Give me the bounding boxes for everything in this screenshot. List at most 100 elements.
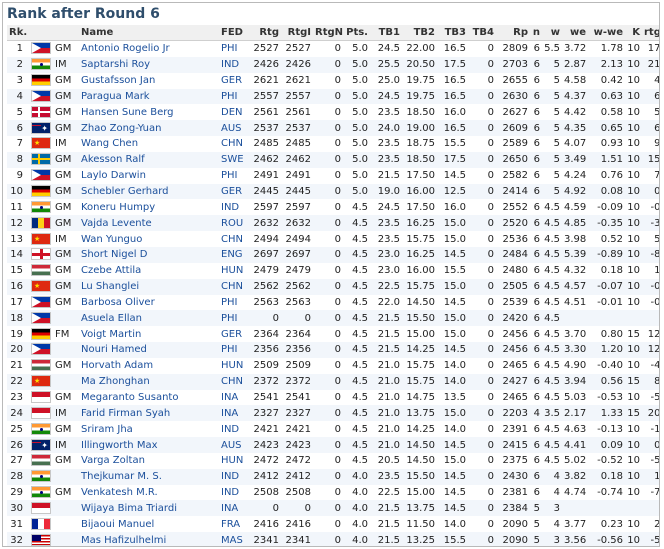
col-header-tb3[interactable]: TB3: [437, 25, 468, 41]
table-row[interactable]: 28 Thejkumar M. S. IND 2412 2412 0 4.0 23.5 15.5…: [7, 468, 659, 485]
col-header-rp[interactable]: Rp: [496, 25, 530, 41]
table-row[interactable]: 18 Asuela Ellan PHI 0 0 0 4.5 21.5 15.50 15.0 0 242…: [7, 310, 659, 327]
player-name-link[interactable]: Saptarshi Roy: [79, 56, 219, 73]
col-header-tb1[interactable]: TB1: [370, 25, 402, 41]
col-header-name[interactable]: Name: [79, 25, 219, 41]
player-name-link[interactable]: Sriram Jha: [79, 421, 219, 437]
table-row[interactable]: 31 Bijaoui Manuel FRA 2416 2416 0 4.0 21.5 11.50…: [7, 516, 659, 532]
player-name-link[interactable]: Lu Shanglei: [79, 278, 219, 295]
table-row[interactable]: 1 GM Antonio Rogelio Jr PHI 2527 2527 0 5.0 24.5…: [7, 41, 659, 57]
pts-cell: 4.5: [343, 342, 370, 358]
col-header-rank[interactable]: Rk.: [7, 25, 29, 41]
player-name-link[interactable]: Farid Firman Syah: [79, 405, 219, 422]
col-header-tb4[interactable]: TB4: [468, 25, 496, 41]
w-we-cell: 1.33: [588, 405, 625, 422]
table-row[interactable]: 5 GM Hansen Sune Berg DEN 2561 2561 0 5.0 23.5 18…: [7, 104, 659, 120]
player-name-link[interactable]: Zhao Zong-Yuan: [79, 120, 219, 137]
col-header-k[interactable]: K: [625, 25, 642, 41]
table-row[interactable]: 9 GM Laylo Darwin PHI 2491 2491 0 5.0 21.5 17.50 1…: [7, 168, 659, 184]
player-name-link[interactable]: Schebler Gerhard: [79, 183, 219, 200]
player-name-link[interactable]: Paragua Mark: [79, 88, 219, 105]
player-name-link[interactable]: Czebe Attila: [79, 263, 219, 279]
table-row[interactable]: 25 GM Sriram Jha IND 2421 2421 0 4.5 21.0 14.25 14…: [7, 421, 659, 437]
table-row[interactable]: 12 GM Vajda Levente ROU 2632 2632 0 4.5 23.5 16.2…: [7, 215, 659, 232]
player-name-link[interactable]: Gustafsson Jan: [79, 73, 219, 89]
tb3-cell: 15.5: [437, 532, 468, 546]
table-row[interactable]: 32 Mas Hafizulhelmi MAS 2341 2341 0 4.0 21.5 13.…: [7, 532, 659, 546]
table-row[interactable]: 19 FM Voigt Martin GER 2364 2364 0 4.5 21.5 15.00…: [7, 326, 659, 342]
k-cell: 10: [625, 120, 642, 137]
player-name-link[interactable]: Wan Yunguo: [79, 231, 219, 247]
table-row[interactable]: 4 GM Paragua Mark PHI 2557 2557 0 5.0 24.5 19.75 1…: [7, 88, 659, 105]
player-name-link[interactable]: Thejkumar M. S.: [79, 468, 219, 485]
player-name-link[interactable]: Nouri Hamed: [79, 342, 219, 358]
player-name-link[interactable]: Illingworth Max: [79, 437, 219, 453]
flag-cell: [29, 88, 53, 105]
table-row[interactable]: 27 GM Varga Zoltan HUN 2472 2472 0 4.5 20.5 14.50…: [7, 453, 659, 469]
table-row[interactable]: 3 GM Gustafsson Jan GER 2621 2621 0 5.0 25.0 19.7…: [7, 73, 659, 89]
table-row[interactable]: 16GMLu ShangleiCHN2562256204.522.515.751…: [7, 278, 659, 295]
player-name-link[interactable]: Venkatesh M.R.: [79, 485, 219, 501]
player-name-link[interactable]: Vajda Levente: [79, 215, 219, 232]
player-name-link[interactable]: Bijaoui Manuel: [79, 516, 219, 532]
table-row[interactable]: 17 GM Barbosa Oliver PHI 2563 2563 0 4.5 22.0 14.…: [7, 295, 659, 311]
pts-cell: 4.5: [352, 455, 368, 467]
player-name-link[interactable]: Wijaya Bima Triardi: [79, 500, 219, 517]
rp-cell: 2536: [502, 233, 528, 245]
table-row[interactable]: 14 GM Short Nigel D ENG 2697 2697 0 4.5 23.0 16.2…: [7, 246, 659, 263]
col-header-rtg-change[interactable]: rtg+/-: [642, 25, 659, 41]
col-header-rtgi[interactable]: RtgI: [281, 25, 313, 41]
table-row[interactable]: 21 GM Horvath Adam HUN 2509 2509 0 4.5 21.0 15.75…: [7, 358, 659, 374]
player-name-link[interactable]: Megaranto Susanto: [79, 390, 219, 406]
player-name-link[interactable]: Koneru Humpy: [79, 199, 219, 215]
tb1-cell: 23.5: [377, 233, 400, 245]
table-row[interactable]: 20 Nouri Hamed PHI 2356 2356 0 4.5 21.5 14.25 14.…: [7, 342, 659, 358]
table-row[interactable]: 8 GM Akesson Ralf SWE 2462 2462 0 5.0 23.5 18.50 1…: [7, 151, 659, 168]
tb1-cell: 24.5: [370, 88, 402, 105]
table-row[interactable]: 11 GM Koneru Humpy IND 2597 2597 0 4.5 24.5 17.50…: [7, 199, 659, 215]
table-row[interactable]: 6GMZhao Zong-YuanAUS2537253705.024.019.0…: [7, 120, 659, 137]
player-name-link[interactable]: Antonio Rogelio Jr: [79, 41, 219, 57]
col-header-n[interactable]: n: [530, 25, 542, 41]
player-name-link[interactable]: Mas Hafizulhelmi: [79, 532, 219, 546]
table-row[interactable]: 22Ma ZhonghanCHN2372237204.521.015.7514.…: [7, 373, 659, 390]
table-row[interactable]: 2 IM Saptarshi Roy IND 2426 2426 0 5.0 25.5 20.50…: [7, 56, 659, 73]
player-name-link[interactable]: Voigt Martin: [79, 326, 219, 342]
table-row[interactable]: 13 IM Wan YunguoCHN 2494 2494 0 4.5 23.5 15.75 15…: [7, 231, 659, 247]
col-header-pts[interactable]: Pts.: [343, 25, 370, 41]
player-name-link[interactable]: Laylo Darwin: [79, 168, 219, 184]
n-cell: 6: [530, 88, 542, 105]
player-name-link[interactable]: Hansen Sune Berg: [79, 104, 219, 120]
tb2-cell: 14.50: [406, 455, 435, 467]
col-header-w-we[interactable]: w-we: [588, 25, 625, 41]
player-name-link[interactable]: Asuela Ellan: [79, 310, 219, 327]
player-name-link[interactable]: Akesson Ralf: [79, 151, 219, 168]
we-cell: 4.59: [564, 201, 587, 213]
col-header-w[interactable]: w: [542, 25, 562, 41]
w-we-cell: 1.78: [600, 43, 623, 55]
table-row[interactable]: 23 GM Megaranto Susanto INA 2541 2541 0 4.5 21.0…: [7, 390, 659, 406]
col-header-tb2[interactable]: TB2: [402, 25, 437, 41]
table-row[interactable]: 10 GM Schebler Gerhard GER 2445 2445 0 5.0 19.0 1…: [7, 183, 659, 200]
table-row[interactable]: 24 IM Farid Firman Syah INA 2327 2327 0 4.5 21.0…: [7, 405, 659, 422]
col-header-fed[interactable]: FED: [219, 25, 249, 41]
table-row[interactable]: 26IMIllingworth MaxAUS2423242304.521.014…: [7, 437, 659, 453]
table-row[interactable]: 30 Wijaya Bima Triardi INA 0 0 0 4.0 21.5 13.75 1…: [7, 500, 659, 517]
player-name-link[interactable]: Horvath Adam: [79, 358, 219, 374]
col-header-rtgn[interactable]: RtgN: [313, 25, 343, 41]
player-name-link[interactable]: Barbosa Oliver: [79, 295, 219, 311]
flag-cell: [29, 295, 53, 311]
player-name-link[interactable]: Short Nigel D: [79, 246, 219, 263]
table-row[interactable]: 7 IM Wang ChenCHN 2485 2485 0 5.0 23.5 18.75 15.5…: [7, 136, 659, 152]
col-header-we[interactable]: we: [562, 25, 588, 41]
tb3-cell: 16.5: [443, 75, 466, 87]
rtgi-cell: 2494: [285, 233, 311, 245]
table-row[interactable]: 29 GM Venkatesh M.R. IND 2508 2508 0 4.0 22.5 15.…: [7, 485, 659, 501]
player-name-link[interactable]: Varga Zoltan: [79, 453, 219, 469]
flag-icon: [31, 327, 51, 340]
player-name-link[interactable]: Wang Chen: [79, 136, 219, 152]
table-row[interactable]: 15 GM Czebe Attila HUN 2479 2479 0 4.5 23.0 16.00…: [7, 263, 659, 279]
col-header-rtg[interactable]: Rtg: [249, 25, 281, 41]
flag-cell: [29, 263, 53, 279]
player-name-link[interactable]: Ma Zhonghan: [79, 373, 219, 390]
